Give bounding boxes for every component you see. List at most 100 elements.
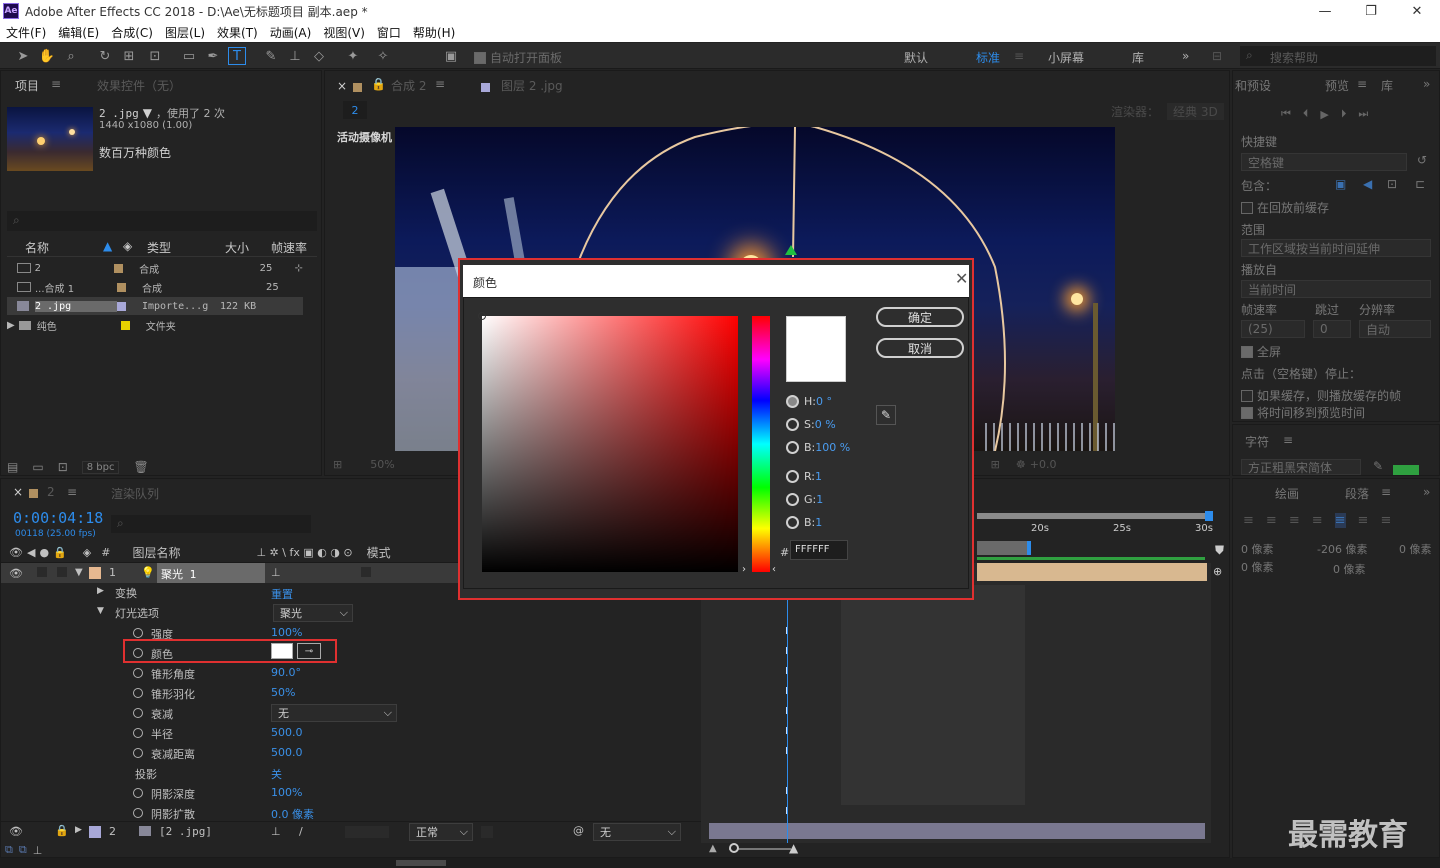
indent-right[interactable]: 0 像素: [1399, 541, 1432, 557]
collapse-arrow-icon[interactable]: ▼: [75, 567, 83, 578]
hue-slider[interactable]: [752, 316, 770, 572]
new-composition-icon[interactable]: ⊡: [58, 460, 68, 474]
move-time-checkbox[interactable]: 将时间移到预览时间: [1241, 404, 1365, 421]
property-value[interactable]: 100%: [271, 786, 302, 799]
comp-flowchart-icon[interactable]: ⧉: [5, 843, 13, 857]
stopwatch-icon[interactable]: [133, 728, 143, 738]
eraser-tool-icon[interactable]: ◇: [310, 47, 328, 65]
col-name[interactable]: 名称: [25, 239, 49, 256]
menu-edit[interactable]: 编辑(E): [58, 24, 99, 41]
shortcut-dropdown[interactable]: 空格键: [1241, 153, 1407, 171]
green-value[interactable]: 1: [816, 493, 823, 506]
snap-icon[interactable]: ▣: [442, 47, 460, 65]
zoom-dropdown[interactable]: 50%: [370, 458, 394, 471]
menu-effect[interactable]: 效果(T): [217, 24, 258, 41]
label-col-icon[interactable]: ◈: [83, 546, 91, 559]
collapse-light-options-icon[interactable]: ▼: [97, 606, 104, 616]
project-search-field[interactable]: ⌕: [7, 211, 317, 231]
play-icon[interactable]: ▶: [1320, 108, 1328, 121]
zoom-tool-icon[interactable]: ⌕: [62, 47, 80, 65]
brightness-value[interactable]: 100 %: [815, 441, 850, 454]
justify-left-icon[interactable]: ≡: [1312, 513, 1323, 528]
close-tab-icon[interactable]: ×: [337, 79, 347, 93]
color-swatch[interactable]: [271, 643, 293, 659]
transform-reset-link[interactable]: 重置: [271, 586, 293, 602]
indent-first[interactable]: -206 像素: [1317, 541, 1367, 557]
cache-checkbox[interactable]: 在回放前缓存: [1241, 199, 1329, 216]
close-timeline-icon[interactable]: ×: [13, 485, 23, 499]
keyframe-marker[interactable]: I: [785, 686, 788, 698]
workspace-small-screen[interactable]: 小屏幕: [1048, 49, 1084, 66]
col-fps[interactable]: 帧速率: [271, 239, 307, 256]
property-value[interactable]: 500.0: [271, 746, 303, 759]
shy-switch-icon[interactable]: ⊥: [271, 566, 281, 579]
if-cached-checkbox[interactable]: 如果缓存，则播放缓存的帧: [1241, 387, 1401, 404]
property-value[interactable]: 50%: [271, 686, 295, 699]
menu-view[interactable]: 视图(V): [323, 24, 365, 41]
last-frame-icon[interactable]: ⏭: [1358, 107, 1368, 121]
tab-layer[interactable]: 图层 2 .jpg: [501, 77, 563, 94]
property-row[interactable]: 颜色: [1, 643, 701, 663]
property-row[interactable]: 半径 500.0: [1, 723, 701, 743]
property-row[interactable]: 锥形羽化 50%: [1, 683, 701, 703]
hue-radio[interactable]: [786, 395, 799, 408]
grid-icon[interactable]: ⊞: [991, 458, 1000, 471]
blend-mode-dropdown[interactable]: 正常 ⌵: [409, 823, 473, 841]
work-area-bar[interactable]: [977, 513, 1211, 519]
comp-breadcrumb[interactable]: 2: [343, 101, 367, 119]
property-value[interactable]: 关: [271, 766, 282, 782]
hue-slider-left-arrow-icon[interactable]: ›: [742, 564, 746, 575]
list-item[interactable]: 2 .jpg Importe...g 122 KB: [7, 297, 303, 315]
stopwatch-icon[interactable]: [133, 628, 143, 638]
tab-preview[interactable]: 预览: [1325, 77, 1349, 94]
sb-field-cursor[interactable]: [478, 312, 486, 320]
layer-name[interactable]: [2 .jpg]: [159, 825, 212, 838]
eyedropper-icon[interactable]: ✎: [876, 405, 896, 425]
project-tab-menu-icon[interactable]: ≡: [51, 77, 61, 91]
flowchart-icon[interactable]: ⊹: [295, 263, 303, 274]
font-dropdown[interactable]: 方正粗黑宋简体: [1241, 459, 1361, 475]
preview-menu-icon[interactable]: ≡: [1357, 77, 1367, 91]
saturation-radio[interactable]: [786, 418, 799, 431]
list-item[interactable]: ▶ 纯色 文件夹: [7, 316, 303, 334]
horizontal-scrollbar[interactable]: [396, 860, 446, 866]
property-row[interactable]: 锥形角度 90.0°: [1, 663, 701, 683]
tab-composition[interactable]: 合成 2: [391, 77, 426, 94]
expand-timeline-icon[interactable]: ⊕: [1213, 565, 1222, 578]
audio-col-icon[interactable]: ◀: [27, 546, 35, 559]
col-mode[interactable]: 模式: [367, 544, 391, 561]
align-left-icon[interactable]: ≡: [1243, 513, 1254, 528]
timeline-track-area[interactable]: [701, 563, 1211, 843]
red-radio[interactable]: [786, 470, 799, 483]
quality-switch-icon[interactable]: /: [299, 825, 303, 838]
tab-library[interactable]: 库: [1381, 77, 1393, 94]
workspace-default[interactable]: 默认: [904, 49, 928, 66]
clone-stamp-tool-icon[interactable]: ⊥: [286, 47, 304, 65]
justify-all-icon[interactable]: ≡: [1380, 513, 1391, 528]
resolution-dropdown[interactable]: 自动: [1359, 320, 1431, 338]
brightness-radio[interactable]: [786, 441, 799, 454]
delete-icon[interactable]: 🗑: [133, 460, 148, 474]
expand-layer-icon[interactable]: ▶: [75, 825, 82, 835]
menu-animation[interactable]: 动画(A): [270, 24, 312, 41]
tab-project[interactable]: 项目: [15, 77, 39, 94]
hue-value[interactable]: 0 °: [816, 395, 832, 408]
red-value[interactable]: 1: [815, 470, 822, 483]
render-toggle-icon[interactable]: ⧉: [19, 843, 27, 857]
exposure-icon[interactable]: ☸: [1016, 458, 1026, 471]
always-preview-icon[interactable]: ⊞: [333, 458, 342, 471]
hand-tool-icon[interactable]: ✋: [38, 47, 56, 65]
falloff-dropdown[interactable]: 无 ⌵: [271, 704, 397, 722]
col-type[interactable]: 类型: [147, 239, 171, 256]
list-item[interactable]: ...合成 1 合成 25: [7, 278, 303, 296]
property-row[interactable]: 衰减 无 ⌵: [1, 703, 701, 723]
keyframe-marker[interactable]: I: [785, 806, 788, 818]
zoom-out-icon[interactable]: ▲: [709, 843, 717, 854]
space-before[interactable]: 0 像素: [1241, 559, 1274, 575]
current-timecode[interactable]: 0:00:04:18: [13, 509, 103, 527]
property-value[interactable]: 500.0: [271, 726, 303, 739]
label-col-icon[interactable]: ◈: [123, 239, 132, 253]
menu-layer[interactable]: 图层(L): [165, 24, 205, 41]
item-dropdown-icon[interactable]: ▼: [143, 106, 152, 120]
sort-up-icon[interactable]: ▲: [103, 239, 112, 253]
